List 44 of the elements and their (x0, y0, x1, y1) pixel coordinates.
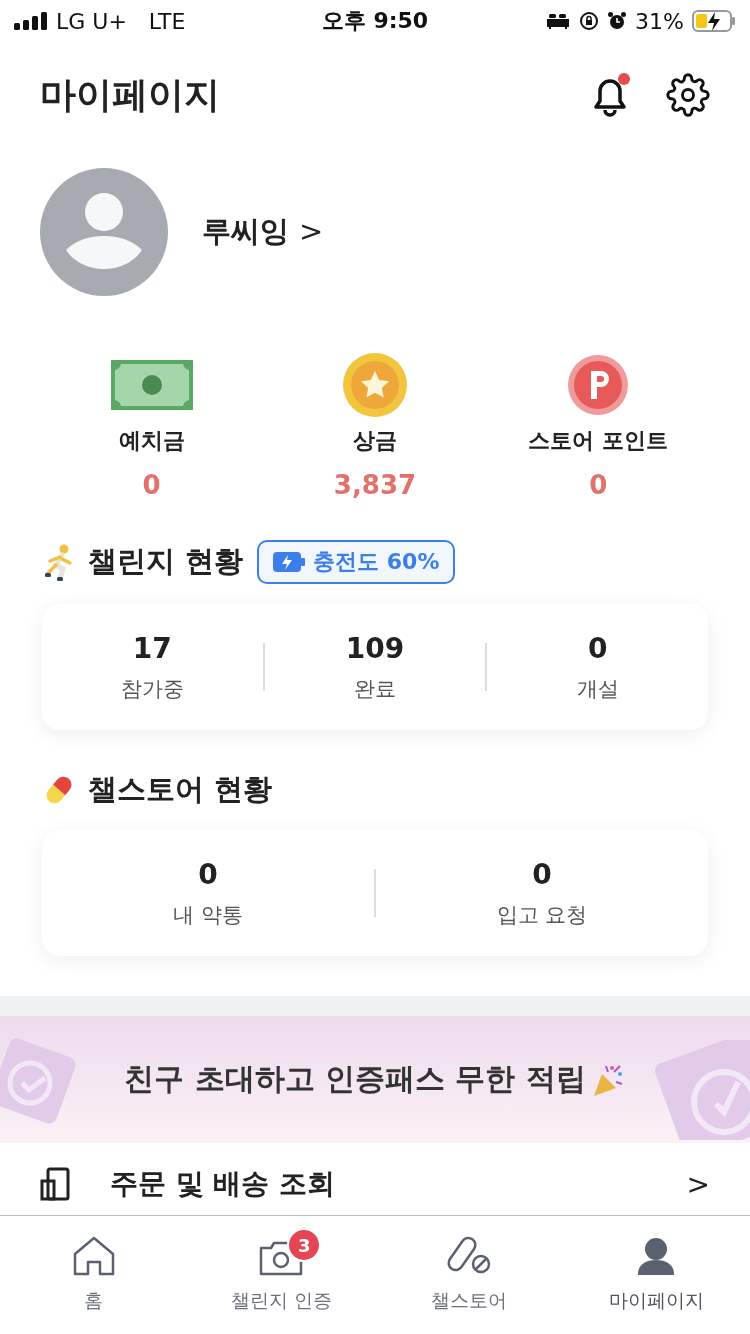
tab[interactable]: 챌스토어 (375, 1216, 563, 1334)
network-type: LTE (148, 8, 186, 34)
chevron: > (686, 1167, 710, 1201)
battery-percent: 31% (635, 8, 684, 34)
section-title: 챌린지 현황 (88, 543, 244, 580)
stat-value[interactable]: 0 (532, 857, 552, 891)
carrier: LG U+ (56, 8, 127, 34)
stat-value[interactable]: 17 (132, 631, 172, 665)
battery-bolt-icon (273, 551, 306, 573)
wallet-label: 예치금 (118, 427, 185, 455)
menu-row[interactable]: 주문 및 배송 조회 > (0, 1143, 750, 1203)
tab[interactable]: 마이페이지 (562, 1216, 750, 1334)
document-icon (40, 1167, 70, 1201)
settings-icon[interactable] (666, 73, 710, 117)
banner-text: 친구 초대하고 인증패스 무한 적립 (124, 1060, 586, 1098)
invite-banner[interactable]: 친구 초대하고 인증패스 무한 적립 (0, 1016, 750, 1143)
stat-value[interactable]: 0 (198, 857, 218, 891)
count-badge: 3 (287, 1228, 322, 1262)
battery-charging-icon (692, 10, 736, 32)
section-title: 챌스토어 현황 (88, 771, 273, 808)
point-coin-icon (567, 352, 630, 418)
alarm-icon (607, 11, 628, 31)
stat-value[interactable]: 109 (345, 631, 405, 665)
page-title: 마이페이지 (40, 72, 220, 117)
stat-label: 개설 (576, 675, 619, 703)
signal-icon (14, 12, 48, 30)
wallet-label: 상금 (353, 427, 397, 455)
stat-value[interactable]: 0 (587, 631, 608, 665)
clock: 오후 9:50 (321, 7, 429, 35)
tab[interactable]: 홈 (0, 1216, 188, 1334)
stat-label: 참가중 (120, 675, 184, 703)
stat-label: 완료 (354, 675, 396, 703)
person-icon (636, 1238, 677, 1276)
stat-label: 입고 요청 (496, 901, 588, 929)
home-icon (71, 1236, 116, 1276)
tab[interactable]: 3 챌린지 인증 (187, 1216, 375, 1334)
menu-label: 주문 및 배송 조회 (110, 1166, 337, 1202)
charge-level: 충전도 60% (313, 548, 440, 576)
bed-icon (545, 13, 572, 29)
rotation-lock-icon (579, 11, 600, 31)
wallet-label: 스토어 포인트 (528, 427, 669, 455)
star-coin-icon (342, 352, 408, 418)
stat-label: 내 약통 (173, 901, 243, 929)
profile-name[interactable]: 루씨잉 > (202, 212, 324, 252)
